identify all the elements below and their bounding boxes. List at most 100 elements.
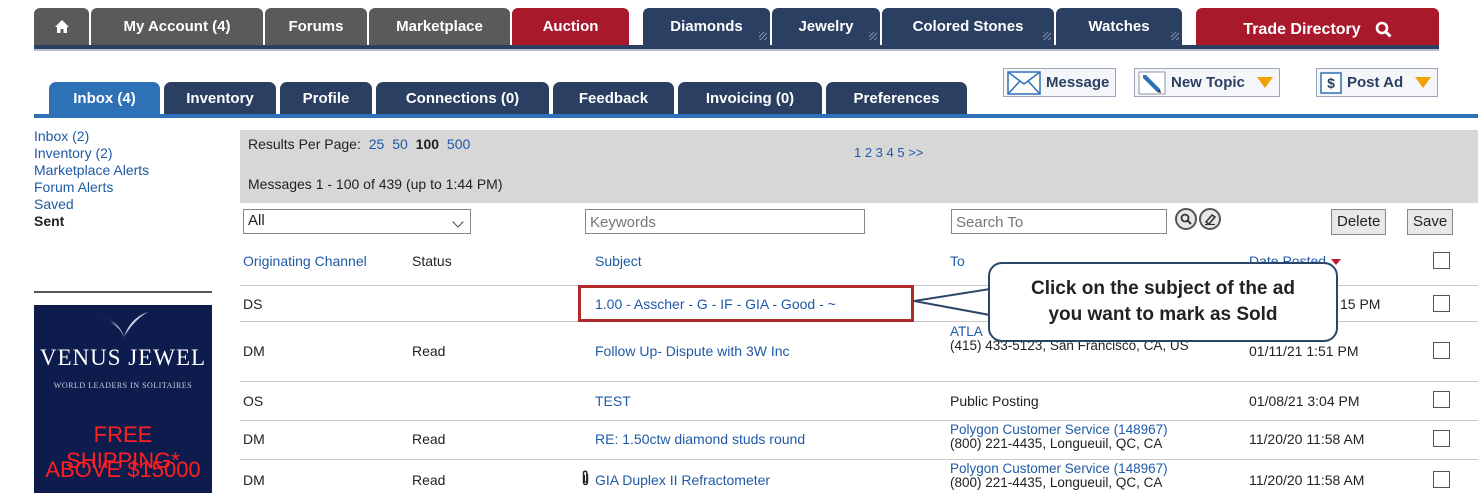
venus-jewel-ad-banner[interactable]: VENUS JEWEL WORLD LEADERS IN SOLITAIRES … [34,305,212,493]
search-icon [1375,21,1392,38]
select-all-checkbox[interactable] [1433,252,1450,269]
cell-to-company-link[interactable]: ATLA [950,325,983,339]
dropdown-arrow-icon [1256,77,1273,88]
resize-grip-icon [1171,32,1179,40]
new-topic-button[interactable]: New Topic [1134,68,1280,97]
header-status: Status [412,253,452,269]
post-ad-button[interactable]: $ Post Ad [1316,68,1439,97]
sidebar-item-sent[interactable]: Sent [34,213,214,230]
cell-date: 11/20/20 11:58 AM [1249,472,1365,488]
row-checkbox[interactable] [1433,342,1450,359]
cell-to-company-link[interactable]: Polygon Customer Service (148967) [950,462,1168,476]
auction-tab[interactable]: Auction [512,8,629,45]
channel-filter-select[interactable]: All [243,209,471,234]
row-checkbox[interactable] [1433,471,1450,488]
keywords-input[interactable] [585,209,865,234]
threshold-promo: ABOVE $15000 [45,457,201,482]
cell-status: Read [412,431,446,447]
cell-status: Read [412,343,446,359]
row-checkbox[interactable] [1433,430,1450,447]
cell-date: 15 PM [1340,296,1381,312]
rpp-500[interactable]: 500 [447,136,470,152]
resize-grip-icon [759,32,767,40]
search-button[interactable] [1175,208,1197,230]
cell-date: 01/11/21 1:51 PM [1249,343,1359,359]
results-per-page: Results Per Page: 25 50 100 500 [248,136,471,152]
tab-feedback[interactable]: Feedback [553,82,674,114]
resize-grip-icon [869,32,877,40]
callout-line-2: you want to mark as Sold [1048,304,1278,325]
header-subject[interactable]: Subject [595,253,642,269]
row-checkbox[interactable] [1433,391,1450,408]
dollar-sign-icon: $ [1320,71,1342,94]
rpp-50[interactable]: 50 [392,136,408,152]
forums-tab[interactable]: Forums [265,8,367,45]
paperclip-icon [581,470,590,489]
row-checkbox[interactable] [1433,295,1450,312]
save-button[interactable]: Save [1407,209,1454,235]
tab-inventory[interactable]: Inventory [164,82,276,114]
cell-subject-link[interactable]: GIA Duplex II Refractometer [595,472,770,488]
cell-channel: OS [243,393,264,409]
rpp-25[interactable]: 25 [369,136,385,152]
jewelry-tab[interactable]: Jewelry [772,8,880,45]
rpp-100-selected: 100 [415,136,440,152]
instruction-callout: Click on the subject of the ad you want … [988,262,1338,342]
cell-channel: DM [243,431,265,447]
tab-preferences[interactable]: Preferences [826,82,967,114]
sidebar-item-forum-alerts[interactable]: Forum Alerts [34,179,214,196]
cell-subject-link[interactable]: TEST [595,393,631,409]
marketplace-tab[interactable]: Marketplace [369,8,510,45]
venus-jewel-logo [100,312,148,337]
sidebar-item-inbox[interactable]: Inbox (2) [34,128,214,145]
cell-to-contact: (800) 221-4435, Longueuil, QC, CA [950,475,1163,490]
edit-pencil-icon [1138,71,1166,95]
tab-profile[interactable]: Profile [280,82,372,114]
cell-channel: DM [243,343,265,359]
header-originating-channel[interactable]: Originating Channel [243,253,367,269]
sidebar: Inbox (2) Inventory (2) Marketplace Aler… [34,128,214,230]
search-to-input[interactable] [951,209,1167,234]
cell-date: 11/20/20 11:58 AM [1249,431,1365,447]
sidebar-item-saved[interactable]: Saved [34,196,214,213]
sidebar-item-inventory[interactable]: Inventory (2) [34,145,214,162]
resize-grip-icon [1043,32,1051,40]
header-to[interactable]: To [950,253,965,269]
cell-status: Read [412,472,446,488]
diamonds-tab[interactable]: Diamonds [643,8,770,45]
colored-stones-tab[interactable]: Colored Stones [882,8,1054,45]
tab-invoicing[interactable]: Invoicing (0) [678,82,822,114]
watches-tab[interactable]: Watches [1056,8,1182,45]
cell-to-contact: (800) 221-4435, Longueuil, QC, CA [950,436,1163,451]
pagination[interactable]: 1 2 3 4 5 >> [854,145,923,160]
sub-nav-underline [34,114,1478,118]
delete-button[interactable]: Delete [1331,209,1387,235]
top-nav-underline-shadow [34,49,1439,51]
cell-to-company-link[interactable]: Polygon Customer Service (148967) [950,423,1168,437]
my-account-tab[interactable]: My Account (4) [91,8,263,45]
subject-highlight-box [578,285,914,322]
tab-connections[interactable]: Connections (0) [376,82,549,114]
callout-pointer [914,287,994,317]
clear-search-button[interactable] [1199,208,1221,230]
cell-to: Public Posting [950,393,1039,409]
tab-inbox[interactable]: Inbox (4) [49,82,160,114]
sidebar-divider [34,291,212,293]
venus-jewel-brand: VENUS JEWEL [39,345,207,370]
cell-date: 01/08/21 3:04 PM [1249,393,1360,409]
eraser-icon [1204,213,1217,226]
cell-channel: DM [243,472,265,488]
chevron-down-icon [452,216,464,228]
home-tab[interactable] [34,8,89,45]
magnifier-icon [1180,213,1192,225]
cell-subject-link[interactable]: Follow Up- Dispute with 3W Inc [595,343,790,359]
sidebar-item-marketplace-alerts[interactable]: Marketplace Alerts [34,162,214,179]
home-icon [54,20,69,33]
svg-text:$: $ [1327,75,1335,91]
message-count: Messages 1 - 100 of 439 (up to 1:44 PM) [248,176,503,192]
message-button[interactable]: Message [1003,68,1117,97]
dropdown-arrow-icon [1415,77,1432,88]
cell-subject-link[interactable]: RE: 1.50ctw diamond studs round [595,431,805,447]
callout-line-1: Click on the subject of the ad [1031,278,1295,299]
envelope-icon [1007,70,1041,95]
